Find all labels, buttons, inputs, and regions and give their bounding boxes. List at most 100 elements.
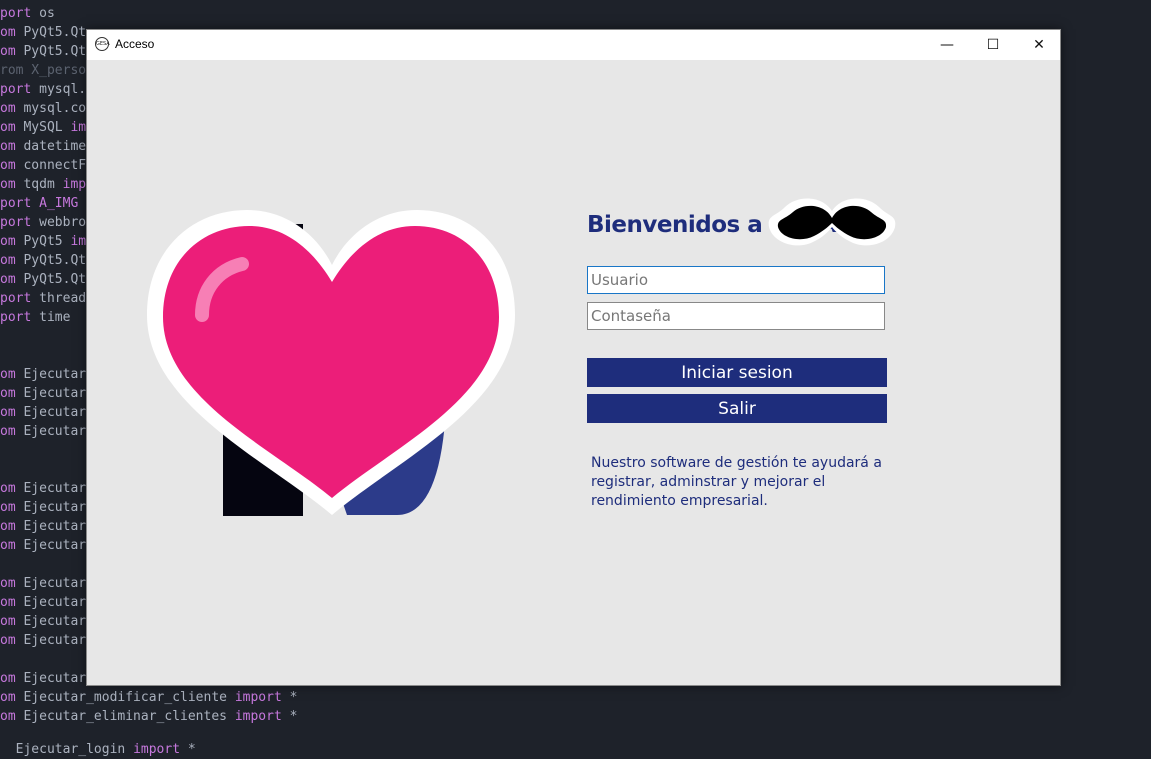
code-line: om PyQt5.Qt — [0, 270, 86, 289]
code-line: om PyQt5.Qt — [0, 23, 86, 42]
code-line: om PyQt5.Qt — [0, 251, 86, 270]
code-line: om Ejecutar — [0, 669, 86, 688]
heart-sticker-icon — [147, 210, 515, 515]
code-token: om — [0, 538, 24, 553]
code-token: PyQt5.Qt — [23, 253, 87, 268]
code-token: Ejecutar — [23, 519, 87, 534]
code-line: om PyQt5.Qt — [0, 42, 86, 61]
code-token: connectF — [23, 158, 87, 173]
code-line: om Ejecutar — [0, 517, 86, 536]
code-token: PyQt5 — [23, 234, 71, 249]
code-token: import — [234, 690, 282, 705]
code-line: port os — [0, 4, 55, 23]
code-token: om — [0, 386, 24, 401]
code-token: om — [0, 253, 24, 268]
code-line: om PyQt5 imp — [0, 232, 94, 251]
code-token: om — [0, 576, 24, 591]
code-line: om Ejecutar — [0, 536, 86, 555]
code-token: om — [0, 367, 24, 382]
code-token: om — [0, 424, 24, 439]
close-icon[interactable]: ✕ — [1016, 30, 1062, 60]
description-text: Nuestro software de gestión te ayudará a… — [591, 455, 882, 509]
exit-button[interactable]: Salir — [587, 394, 887, 423]
code-line: Ejecutar_login import * — [0, 740, 196, 759]
code-token: om — [0, 500, 24, 515]
username-input[interactable] — [587, 266, 885, 294]
code-token: om — [0, 709, 24, 724]
code-token: port — [0, 82, 40, 97]
code-token: port — [0, 196, 40, 211]
code-token: om — [0, 101, 24, 116]
code-token: import — [234, 709, 282, 724]
code-token: om — [0, 405, 24, 420]
code-line: port webbrow — [0, 213, 94, 232]
code-token: Ejecutar — [23, 671, 87, 686]
title-bar[interactable]: GESA Acceso — ☐ ✕ — [87, 30, 1060, 60]
code-token: Ejecutar — [23, 405, 87, 420]
code-token: om — [0, 614, 24, 629]
code-line: port A_IMG — [0, 194, 78, 213]
code-token: Ejecutar — [23, 633, 87, 648]
code-token: om — [0, 519, 24, 534]
code-line: om Ejecutar — [0, 498, 86, 517]
window-title: Acceso — [115, 37, 155, 51]
code-token: om — [0, 671, 24, 686]
code-token: * — [180, 742, 196, 757]
code-line: om Ejecutar — [0, 612, 86, 631]
code-line: om Ejecutar_eliminar_clientes import * — [0, 707, 297, 726]
code-token: port — [0, 310, 40, 325]
app-icon: GESA — [95, 37, 110, 51]
maximize-icon[interactable]: ☐ — [970, 30, 1016, 60]
code-line: om mysql.co — [0, 99, 86, 118]
code-token: MySQL — [23, 120, 71, 135]
code-token: * — [281, 690, 298, 705]
code-line: om MySQL imp — [0, 118, 94, 137]
code-token: Ejecutar — [23, 538, 87, 553]
code-token: A_IMG — [39, 196, 79, 211]
code-token: om — [0, 120, 24, 135]
code-line: om Ejecutar — [0, 479, 86, 498]
code-token: Ejecutar — [23, 481, 87, 496]
code-token: om — [0, 158, 24, 173]
code-line: om datetime — [0, 137, 86, 156]
code-line: om Ejecutar — [0, 365, 86, 384]
code-token: Ejecutar — [23, 367, 87, 382]
code-token: Ejecutar_login — [0, 742, 134, 757]
code-token: rom X_perso — [0, 63, 87, 78]
code-token: Ejecutar_modificar_cliente — [23, 690, 235, 705]
code-token: om — [0, 595, 24, 610]
code-token: Ejecutar — [23, 614, 87, 629]
mustache-sticker-icon — [768, 198, 896, 246]
code-token: om — [0, 481, 24, 496]
code-token: Ejecutar — [23, 424, 87, 439]
minimize-icon[interactable]: — — [924, 30, 970, 60]
login-window: GESA Acceso — ☐ ✕ Bienvenidos a GESA Ini… — [86, 29, 1061, 686]
code-token: Ejecutar — [23, 500, 87, 515]
code-token: * — [281, 709, 298, 724]
code-line: om Ejecutar — [0, 574, 86, 593]
code-line: om Ejecutar — [0, 384, 86, 403]
code-line: om connectF — [0, 156, 86, 175]
gesa-logo-icon — [147, 210, 515, 516]
code-token: os — [39, 6, 55, 21]
code-token: om — [0, 633, 24, 648]
code-token: om — [0, 690, 24, 705]
code-token: om — [0, 25, 24, 40]
code-token: time — [39, 310, 71, 325]
password-input[interactable] — [587, 302, 885, 330]
code-token: datetime — [23, 139, 87, 154]
code-token: Ejecutar — [23, 576, 87, 591]
code-token: thread — [39, 291, 87, 306]
code-token: port — [0, 215, 40, 230]
code-token: tqdm — [23, 177, 63, 192]
code-token: import — [133, 742, 181, 757]
code-line: om Ejecutar — [0, 631, 86, 650]
code-token: om — [0, 177, 24, 192]
code-token: om — [0, 272, 24, 287]
code-token: om — [0, 44, 24, 59]
code-line: port thread — [0, 289, 86, 308]
code-token: Ejecutar — [23, 386, 87, 401]
code-line: port time — [0, 308, 70, 327]
code-token: port — [0, 291, 40, 306]
login-button[interactable]: Iniciar sesion — [587, 358, 887, 387]
